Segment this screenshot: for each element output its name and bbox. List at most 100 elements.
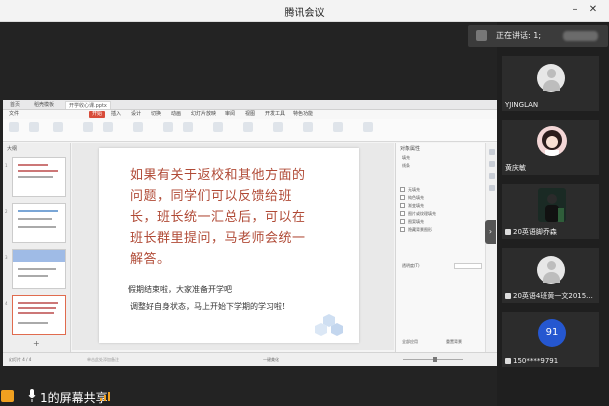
thumb-number: 3 [5,255,8,260]
menu-start[interactable]: 开始 [89,111,106,118]
current-slide[interactable]: 如果有关于返校和其他方面的问题，同学们可以反馈给班长，班长统一汇总后，可以在班长… [99,148,359,343]
slide-thumb-2[interactable] [12,203,66,243]
participant-name: 150****9791 [505,357,558,365]
panel-title: 对象属性 [400,146,421,152]
speaker-avatar [476,30,487,41]
transparency-label: 透明度(T) [402,263,420,268]
title-bar: 腾讯会议 – ✕ [0,0,609,22]
menu-view[interactable]: 视图 [245,111,255,118]
collapse-gallery-icon[interactable]: › [485,220,496,244]
checkbox-hide-bg[interactable] [400,227,405,232]
shared-wps-window: 首页 稻壳模板 开学收心课.pptx 文件 开始 插入 设计 切换 动画 幻灯片… [3,100,497,366]
align-icon[interactable] [213,122,223,132]
bold-icon[interactable] [163,122,173,132]
screen-share-icon [1,390,14,402]
tab-home[interactable]: 首页 [7,101,23,109]
slide-line-1: 假期结束啦，大家准备开学吧 [128,285,232,294]
menu-review[interactable]: 审阅 [225,111,235,118]
menu-insert[interactable]: 插入 [111,111,121,118]
thumb-number: 2 [5,209,8,214]
menu-slideshow[interactable]: 幻灯片放映 [191,111,216,118]
menu-file[interactable]: 文件 [9,111,19,118]
thumb-number: 1 [5,163,8,168]
slide-counter: 幻灯片 4 / 4 [9,357,32,362]
speaking-indicator: 正在讲话: 1; [468,25,608,47]
microphone-icon [505,229,511,235]
microphone-icon [505,358,511,364]
wps-menubar: 文件 开始 插入 设计 切换 动画 幻灯片放映 审阅 视图 开发工具 特色功能 [3,110,497,119]
style-icon[interactable] [489,161,495,167]
screen-share-status[interactable]: 1的屏幕共享 [0,386,130,406]
tab-document[interactable]: 开学收心课.pptx [65,101,111,109]
fill-tab[interactable]: 填充 [402,155,410,161]
reset-bg-button[interactable]: 重置背景 [446,339,462,345]
slide-thumb-1[interactable] [12,157,66,197]
participant-tile[interactable]: 黄庆敏 [502,120,599,175]
textbox-icon[interactable] [243,122,253,132]
radio-gradient-fill[interactable] [400,203,405,208]
participant-tile[interactable]: 20英语4班黄一文2015... [502,248,599,303]
minimize-icon[interactable]: – [568,3,582,17]
slide-thumbnails: 大纲 1 2 3 4 + [3,143,71,352]
object-properties-panel: 对象属性 填充 线条 无填充 纯色填充 渐变填充 图片或纹理填充 图案填充 隐藏… [395,143,485,352]
participant-gallery: YJINGLAN 黄庆敏 20英语脚乔森 20英语4班黄一文2015... 91… [497,48,609,406]
slide-thumb-4[interactable] [12,295,66,335]
tab-docer[interactable]: 稻壳模板 [31,101,57,109]
radio-picture-fill[interactable] [400,211,405,216]
default-avatar-icon [537,64,565,92]
menu-animation[interactable]: 动画 [171,111,181,118]
screen-share-area: 首页 稻壳模板 开学收心课.pptx 文件 开始 插入 设计 切换 动画 幻灯片… [0,22,497,406]
hexagon-decoration-icon [315,314,343,336]
apply-all-button[interactable]: 全部应用 [402,339,418,345]
wps-ribbon [3,119,497,142]
number-avatar: 91 [538,319,566,347]
transparency-input[interactable] [454,263,482,269]
radio-no-fill[interactable] [400,187,405,192]
blurred-name [563,31,598,41]
slide-thumb-3[interactable] [12,249,66,289]
status-bar: 幻灯片 4 / 4 单击此处添加备注 一键美化 [3,352,497,366]
participant-tile[interactable]: YJINGLAN [502,56,599,111]
layout-icon[interactable] [103,122,113,132]
find-icon[interactable] [333,122,343,132]
shape-icon[interactable] [273,122,283,132]
new-slide-icon[interactable] [83,122,93,132]
zoom-knob[interactable] [433,357,437,362]
arrange-icon[interactable] [303,122,313,132]
participant-tile[interactable]: 20英语脚乔森 [502,184,599,239]
line-tab[interactable]: 线条 [402,163,410,169]
beautify-button[interactable]: 一键美化 [263,357,279,363]
replace-icon[interactable] [363,122,373,132]
menu-devtools[interactable]: 开发工具 [265,111,285,118]
outline-label[interactable]: 大纲 [7,145,17,152]
slide-body-text: 如果有关于返校和其他方面的问题，同学们可以反馈给班长，班长统一汇总后，可以在班长… [130,168,306,267]
close-icon[interactable]: ✕ [586,3,600,17]
participant-name: 20英语脚乔森 [505,227,557,237]
notes-field[interactable]: 单击此处添加备注 [83,356,383,363]
menu-transition[interactable]: 切换 [151,111,161,118]
menu-features[interactable]: 特色功能 [293,111,313,118]
paste-icon[interactable] [9,122,19,132]
radio-solid-fill[interactable] [400,195,405,200]
slide-canvas: 如果有关于返校和其他方面的问题，同学们可以反馈给班长，班长统一汇总后，可以在班长… [72,143,394,350]
menu-design[interactable]: 设计 [131,111,141,118]
add-slide-icon[interactable]: + [33,339,40,348]
screen-share-label: 1的屏幕共享 [40,391,108,405]
signal-icon [100,392,110,401]
cut-icon[interactable] [29,122,39,132]
font-icon[interactable] [133,122,143,132]
italic-icon[interactable] [183,122,193,132]
properties-icon[interactable] [489,149,495,155]
participant-tile[interactable]: 91 150****9791 [502,312,599,367]
radio-pattern-fill[interactable] [400,219,405,224]
photo-avatar [537,126,567,156]
wps-tabbar: 首页 稻壳模板 开学收心课.pptx [3,100,497,110]
participant-name: YJINGLAN [505,101,539,109]
participant-name: 黄庆敏 [505,164,526,172]
format-painter-icon[interactable] [53,122,63,132]
selection-icon[interactable] [489,185,495,191]
animation-icon[interactable] [489,173,495,179]
microphone-icon[interactable] [28,389,36,402]
photo-avatar [538,188,566,222]
participant-name: 20英语4班黄一文2015... [505,291,593,301]
